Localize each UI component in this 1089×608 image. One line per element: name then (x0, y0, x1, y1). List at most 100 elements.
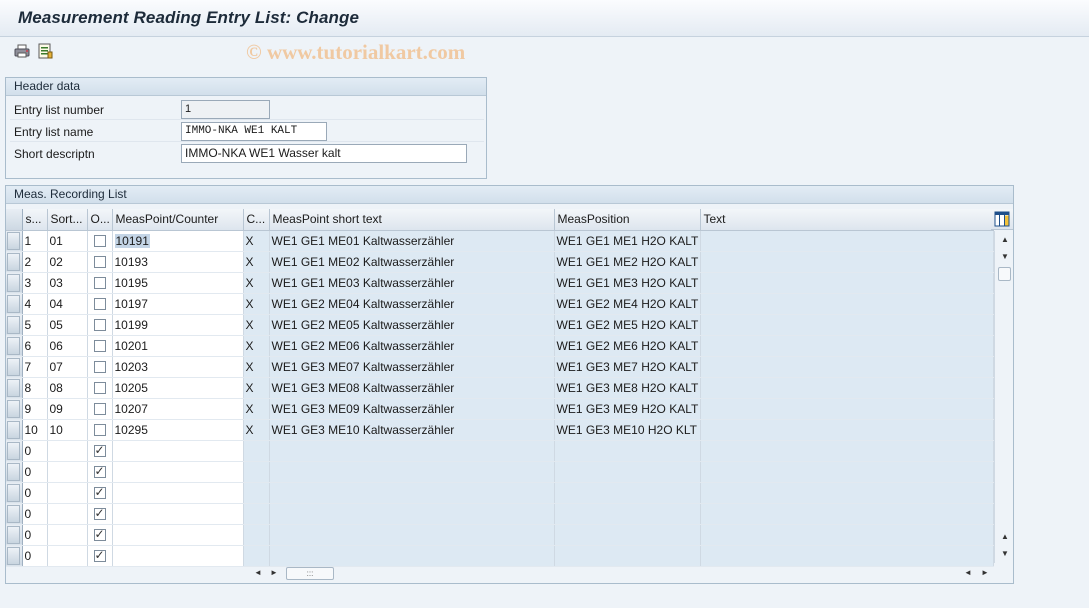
column-header-short-text[interactable]: MeasPoint short text (269, 209, 555, 231)
sort-cell[interactable] (47, 482, 88, 504)
seq-cell[interactable]: 0 (22, 440, 48, 462)
row-checkbox[interactable] (93, 403, 106, 416)
row-selector[interactable] (6, 440, 23, 462)
table-row[interactable]: 9 09 10207 X WE1 GE3 ME09 Kaltwasserzähler WE… (6, 398, 994, 420)
seq-cell[interactable]: 2 (22, 251, 48, 273)
seq-cell[interactable]: 4 (22, 293, 48, 315)
seq-cell[interactable]: 0 (22, 482, 48, 504)
measpoint-cell[interactable]: 10201 (112, 335, 244, 357)
measpoint-cell[interactable] (112, 461, 244, 483)
entry-list-number-field[interactable]: 1 (181, 100, 270, 119)
measpoint-cell[interactable]: 10195 (112, 272, 244, 294)
sort-cell[interactable]: 01 (47, 230, 88, 252)
row-selector[interactable] (6, 251, 23, 273)
table-row[interactable]: 6 06 10201 X WE1 GE2 ME06 Kaltwasserzähler WE… (6, 335, 994, 357)
row-checkbox[interactable] (93, 319, 106, 332)
table-row[interactable]: 1 01 10191 X WE1 GE1 ME01 Kaltwasserzähler WE… (6, 230, 994, 252)
seq-cell[interactable]: 0 (22, 461, 48, 483)
row-selector-button[interactable] (7, 484, 20, 502)
sort-cell[interactable] (47, 503, 88, 525)
measpoint-cell[interactable]: 10199 (112, 314, 244, 336)
measpoint-cell[interactable]: 10193 (112, 251, 244, 273)
table-row[interactable]: 7 07 10203 X WE1 GE3 ME07 Kaltwasserzähler WE… (6, 356, 994, 378)
seq-cell[interactable]: 9 (22, 398, 48, 420)
row-selector-button[interactable] (7, 442, 20, 460)
row-checkbox[interactable] (93, 424, 106, 437)
table-row[interactable]: 3 03 10195 X WE1 GE1 ME03 Kaltwasserzähler WE… (6, 272, 994, 294)
row-selector[interactable] (6, 314, 23, 336)
row-selector-button[interactable] (7, 421, 20, 439)
row-selector-button[interactable] (7, 274, 20, 292)
table-row[interactable]: 0 (6, 524, 994, 546)
seq-cell[interactable]: 5 (22, 314, 48, 336)
scroll-down-bottom-icon[interactable]: ▼ (997, 547, 1013, 561)
row-selector[interactable] (6, 503, 23, 525)
sort-cell[interactable] (47, 545, 88, 567)
row-selector-button[interactable] (7, 463, 20, 481)
select-all-cell[interactable] (6, 209, 23, 231)
table-row[interactable]: 4 04 10197 X WE1 GE2 ME04 Kaltwasserzähler WE… (6, 293, 994, 315)
horizontal-scroll-thumb[interactable]: ::: (286, 567, 334, 580)
row-selector-button[interactable] (7, 358, 20, 376)
row-selector-button[interactable] (7, 547, 20, 565)
row-selector[interactable] (6, 377, 23, 399)
row-selector-button[interactable] (7, 400, 20, 418)
row-checkbox[interactable] (93, 361, 106, 374)
row-checkbox[interactable] (93, 340, 106, 353)
column-header-c[interactable]: C... (243, 209, 270, 231)
row-checkbox[interactable] (93, 464, 106, 479)
scroll-right-end-icon[interactable]: ► (977, 566, 993, 580)
table-row[interactable]: 0 (6, 482, 994, 504)
sort-cell[interactable] (47, 440, 88, 462)
scroll-up-bottom-icon[interactable]: ▲ (997, 530, 1013, 544)
measpoint-cell[interactable]: 10197 (112, 293, 244, 315)
row-selector[interactable] (6, 356, 23, 378)
sort-cell[interactable]: 02 (47, 251, 88, 273)
row-checkbox[interactable] (93, 235, 106, 248)
row-selector-button[interactable] (7, 253, 20, 271)
measpoint-cell[interactable]: 10191 (112, 230, 244, 252)
sort-cell[interactable] (47, 524, 88, 546)
row-selector[interactable] (6, 398, 23, 420)
table-row[interactable]: 0 (6, 461, 994, 483)
row-selector[interactable] (6, 230, 23, 252)
entry-list-name-field[interactable]: IMMO-NKA WE1 KALT (181, 122, 327, 141)
measpoint-cell[interactable] (112, 482, 244, 504)
row-selector[interactable] (6, 335, 23, 357)
row-checkbox[interactable] (93, 298, 106, 311)
row-checkbox[interactable] (93, 485, 106, 500)
sort-cell[interactable]: 08 (47, 377, 88, 399)
row-selector-button[interactable] (7, 505, 20, 523)
sort-cell[interactable] (47, 461, 88, 483)
row-selector[interactable] (6, 293, 23, 315)
row-checkbox[interactable] (93, 382, 106, 395)
measpoint-cell[interactable]: 10203 (112, 356, 244, 378)
measpoint-cell[interactable]: 10295 (112, 419, 244, 441)
sort-cell[interactable]: 05 (47, 314, 88, 336)
row-checkbox[interactable] (93, 506, 106, 521)
scroll-down-icon[interactable]: ▼ (997, 250, 1013, 264)
sort-cell[interactable]: 10 (47, 419, 88, 441)
scroll-left-end-icon[interactable]: ◄ (960, 566, 976, 580)
measpoint-cell[interactable]: 10205 (112, 377, 244, 399)
table-row[interactable]: 0 (6, 545, 994, 567)
vertical-scroll-thumb[interactable] (998, 267, 1011, 281)
measpoint-cell[interactable] (112, 503, 244, 525)
sort-cell[interactable]: 04 (47, 293, 88, 315)
row-selector[interactable] (6, 272, 23, 294)
row-selector-button[interactable] (7, 295, 20, 313)
list-icon[interactable] (37, 43, 53, 59)
sort-cell[interactable]: 06 (47, 335, 88, 357)
seq-cell[interactable]: 0 (22, 545, 48, 567)
row-checkbox[interactable] (93, 277, 106, 290)
seq-cell[interactable]: 10 (22, 419, 48, 441)
print-icon[interactable] (14, 43, 30, 59)
seq-cell[interactable]: 6 (22, 335, 48, 357)
column-header-measpoint[interactable]: MeasPoint/Counter (112, 209, 244, 231)
sort-cell[interactable]: 07 (47, 356, 88, 378)
column-header-sort[interactable]: Sort... (47, 209, 88, 231)
measpoint-cell[interactable] (112, 440, 244, 462)
measpoint-cell[interactable]: 10207 (112, 398, 244, 420)
sort-cell[interactable]: 09 (47, 398, 88, 420)
seq-cell[interactable]: 7 (22, 356, 48, 378)
